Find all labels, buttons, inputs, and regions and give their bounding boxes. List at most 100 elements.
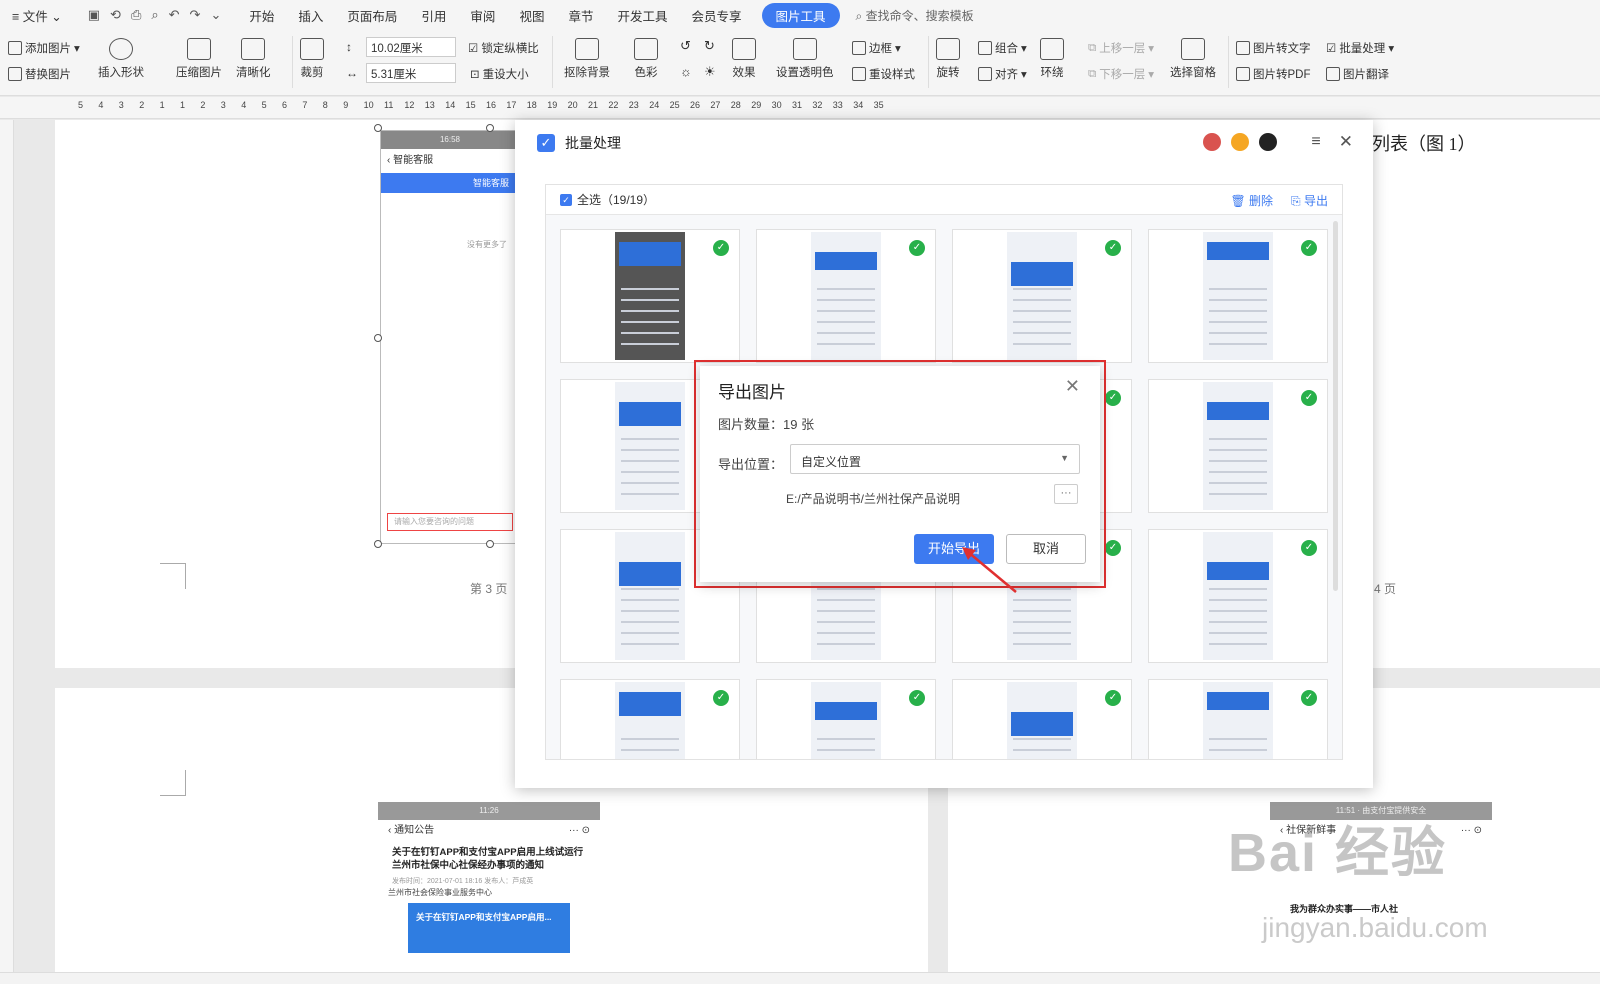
remove-background-button[interactable]: 抠除背景 <box>564 38 610 80</box>
selected-picture[interactable]: 16:58 ‹ 智能客服 智能客服 没有更多了 请输入您要咨询的问题 <box>380 130 520 544</box>
thumbnail-item[interactable]: ✓ <box>560 229 740 363</box>
check-icon[interactable]: ✓ <box>909 240 925 256</box>
check-icon[interactable]: ✓ <box>1301 390 1317 406</box>
check-icon[interactable]: ✓ <box>1301 690 1317 706</box>
thumbnail-item[interactable]: ✓ <box>1148 379 1328 513</box>
width-input[interactable]: 5.31厘米 <box>366 63 456 83</box>
check-icon[interactable]: ✓ <box>1105 240 1121 256</box>
check-icon[interactable]: ✓ <box>713 240 729 256</box>
tab-member[interactable]: 会员专享 <box>679 6 753 25</box>
ribbon-separator <box>552 36 553 88</box>
thumbnail-item[interactable]: ✓ <box>1148 229 1328 363</box>
close-icon[interactable]: ✕ <box>1065 376 1080 397</box>
tab-page-layout[interactable]: 页面布局 <box>335 6 409 25</box>
batch-process-button[interactable]: ☑ 批量处理 ▾ <box>1326 40 1394 56</box>
thumbnail-text-line <box>817 310 875 312</box>
crop-button[interactable]: 裁剪 <box>300 38 324 80</box>
insert-shape-button[interactable]: 插入形状 <box>98 38 144 80</box>
select-all-label[interactable]: 全选（19/19） <box>577 191 655 208</box>
vertical-ruler[interactable] <box>0 120 14 984</box>
undo-icon[interactable]: ↶ <box>169 7 180 23</box>
rotate-right-icon[interactable]: ↻ <box>704 38 715 54</box>
thumbnail-item[interactable]: ✓ <box>952 679 1132 759</box>
file-menu[interactable]: ≡ 文件 ⌄ <box>0 6 74 25</box>
add-picture-button[interactable]: 添加图片 ▾ <box>8 40 80 56</box>
tab-reference[interactable]: 引用 <box>409 6 458 25</box>
brightness-down-icon[interactable]: ☀ <box>704 64 716 80</box>
bring-forward-button[interactable]: ⧉ 上移一层 ▾ <box>1088 40 1154 56</box>
cancel-button[interactable]: 取消 <box>1006 534 1086 564</box>
thumbnail-item[interactable]: ✓ <box>952 229 1132 363</box>
align-button[interactable]: 对齐 ▾ <box>978 66 1027 82</box>
resize-handle[interactable] <box>374 540 382 548</box>
resize-handle[interactable] <box>486 124 494 132</box>
check-icon[interactable]: ✓ <box>1105 690 1121 706</box>
picture-to-pdf-button[interactable]: 图片转PDF <box>1236 66 1311 82</box>
start-export-button[interactable]: 开始导出 <box>914 534 994 564</box>
export-location-select[interactable]: 自定义位置 ▼ <box>790 444 1080 474</box>
thumbnail-item[interactable]: ✓ <box>756 229 936 363</box>
menu-icon[interactable]: ≡ <box>1311 133 1320 151</box>
tab-start[interactable]: 开始 <box>237 6 286 25</box>
thumbnail-item[interactable]: ✓ <box>1148 679 1328 759</box>
check-icon[interactable]: ✓ <box>1301 240 1317 256</box>
color-button[interactable]: 色彩 <box>634 38 658 80</box>
thumbnail-item[interactable]: ✓ <box>1148 529 1328 663</box>
thumbnail-text-line <box>621 749 679 751</box>
command-search[interactable]: ⌕ 查找命令、搜索模板 <box>856 7 974 24</box>
tab-insert[interactable]: 插入 <box>286 6 335 25</box>
picture-to-text-button[interactable]: 图片转文字 <box>1236 40 1311 56</box>
print-icon[interactable]: ⎙ <box>131 7 141 23</box>
reset-size-button[interactable]: ⊡ 重设大小 <box>470 66 529 82</box>
redo-icon[interactable]: ↷ <box>190 7 201 23</box>
save-icon[interactable]: ▣ <box>88 7 100 23</box>
compress-picture-button[interactable]: 压缩图片 <box>176 38 222 80</box>
rotate-left-icon[interactable]: ↺ <box>680 38 691 54</box>
thumbnail-item[interactable]: ✓ <box>560 679 740 759</box>
selection-pane-button[interactable]: 选择窗格 <box>1170 38 1216 80</box>
sharpen-button[interactable]: 清晰化 <box>236 38 271 80</box>
thumbnail-text-line <box>1209 621 1267 623</box>
tab-developer[interactable]: 开发工具 <box>605 6 679 25</box>
export-button[interactable]: ⎘ 导出 <box>1291 192 1328 209</box>
check-icon[interactable]: ✓ <box>909 690 925 706</box>
tab-review[interactable]: 审阅 <box>458 6 507 25</box>
browse-button[interactable]: ··· <box>1054 484 1078 504</box>
lock-ratio-checkbox[interactable]: ☑ 锁定纵横比 <box>468 40 539 56</box>
document-picture-notice[interactable]: 11:26 ‹ 通知公告 ··· ⊙ 关于在钉钉APP和支付宝APP启用上线试运… <box>378 802 600 972</box>
tab-picture-tools[interactable]: 图片工具 <box>761 2 840 28</box>
border-button[interactable]: 边框 ▾ <box>852 40 901 56</box>
scrollbar[interactable] <box>1333 221 1338 591</box>
avatar[interactable] <box>1203 133 1222 151</box>
rotate-button[interactable]: 旋转 <box>936 38 960 80</box>
group-button[interactable]: 组合 ▾ <box>978 40 1027 56</box>
send-backward-button[interactable]: ⧉ 下移一层 ▾ <box>1088 66 1154 82</box>
picture-translate-button[interactable]: 图片翻译 <box>1326 66 1389 82</box>
customize-icon[interactable]: ⌄ <box>210 7 221 23</box>
horizontal-ruler[interactable]: 5 4 3 2 1 1 2 3 4 5 6 7 8 9 10 11 12 13 14 15 16 17 18 19 20 21 22… <box>0 97 1600 119</box>
print-preview-icon[interactable]: ⌕ <box>151 7 158 23</box>
check-icon[interactable]: ✓ <box>1105 540 1121 556</box>
resize-handle[interactable] <box>374 334 382 342</box>
wrap-button[interactable]: 环绕 <box>1040 38 1064 80</box>
brightness-up-icon[interactable]: ☼ <box>680 64 692 79</box>
format-painter-icon[interactable]: ⟲ <box>110 7 121 23</box>
reset-style-button[interactable]: 重设样式 <box>852 66 915 82</box>
resize-handle[interactable] <box>486 540 494 548</box>
check-icon[interactable]: ✓ <box>1105 390 1121 406</box>
check-icon[interactable]: ✓ <box>713 690 729 706</box>
select-all-checkbox[interactable]: ✓ <box>560 193 572 206</box>
picture-count: 图片数量：19 张 <box>718 414 814 433</box>
delete-button[interactable]: 🗑 删除 <box>1230 192 1273 209</box>
tab-section[interactable]: 章节 <box>556 6 605 25</box>
close-icon[interactable]: ✕ <box>1339 132 1353 152</box>
thumbnail-item[interactable]: ✓ <box>756 679 936 759</box>
height-input[interactable]: 10.02厘米 <box>366 37 456 57</box>
replace-picture-button[interactable]: 替换图片 <box>8 66 71 82</box>
ruler-number: 3 <box>220 100 226 110</box>
transparent-color-button[interactable]: 设置透明色 <box>776 38 834 80</box>
tab-view[interactable]: 视图 <box>507 6 556 25</box>
effects-button[interactable]: 效果 <box>732 38 756 80</box>
resize-handle[interactable] <box>374 124 382 132</box>
check-icon[interactable]: ✓ <box>1301 540 1317 556</box>
